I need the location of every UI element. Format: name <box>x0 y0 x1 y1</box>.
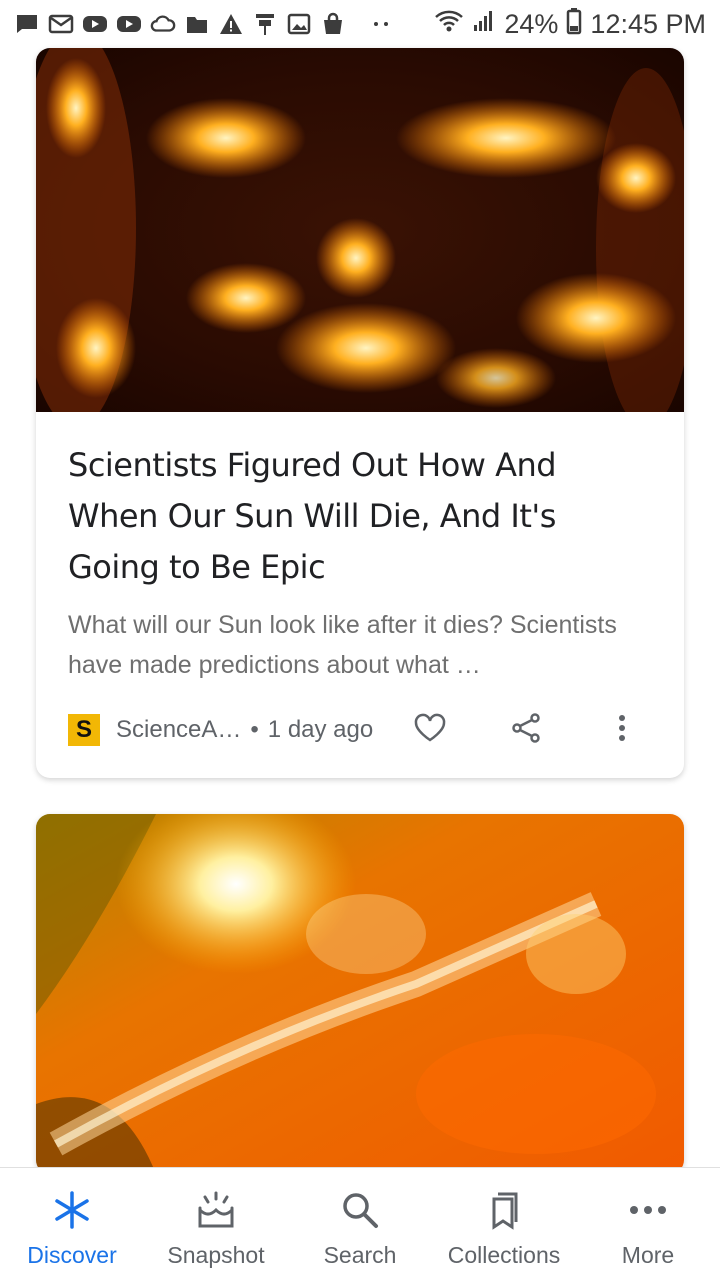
pin-icon <box>252 11 278 37</box>
battery-percent: 24% <box>504 8 559 39</box>
status-bar: 24% 12:45 PM <box>0 0 720 48</box>
clock: 12:45 PM <box>590 8 706 39</box>
notification-icons <box>14 11 394 37</box>
nav-search[interactable]: Search <box>290 1168 430 1269</box>
bottom-navigation: Discover Snapshot Search Collections Mor… <box>0 1167 720 1280</box>
publisher-logo: S <box>68 714 100 746</box>
publish-time: 1 day ago <box>267 716 374 743</box>
search-icon <box>338 1188 382 1232</box>
image-icon <box>286 11 312 37</box>
email-icon <box>48 11 74 37</box>
nav-more[interactable]: More <box>578 1168 718 1269</box>
nav-label: Collections <box>447 1242 561 1268</box>
system-status: 24% 12:45 PM <box>434 7 706 42</box>
signal-icon <box>472 9 496 40</box>
google-discover-screen: 24% 12:45 PM Scientists Figured Out How … <box>0 0 720 1280</box>
youtube-icon <box>116 11 142 37</box>
nav-label: Discover <box>27 1242 117 1268</box>
youtube-icon <box>82 11 108 37</box>
nav-label: More <box>621 1242 675 1268</box>
folder-icon <box>184 11 210 37</box>
sun-corona-image[interactable] <box>36 48 684 428</box>
cloud-icon <box>150 11 176 37</box>
snapshot-icon <box>194 1188 238 1232</box>
nav-snapshot[interactable]: Snapshot <box>146 1168 286 1269</box>
warning-icon <box>218 11 244 37</box>
article-card[interactable] <box>36 814 684 1174</box>
more-vert-icon <box>618 714 626 747</box>
share-icon <box>510 712 542 749</box>
asterisk-icon <box>50 1188 94 1232</box>
nav-discover[interactable]: Discover <box>2 1168 142 1269</box>
share-button[interactable] <box>496 708 556 752</box>
battery-icon <box>566 7 582 42</box>
article-card[interactable]: Scientists Figured Out How And When Our … <box>36 48 684 778</box>
publisher-name[interactable]: ScienceA… <box>116 716 241 744</box>
solar-flare-image[interactable] <box>36 814 684 1174</box>
more-icon <box>626 1188 670 1232</box>
nav-label: Search <box>323 1242 397 1268</box>
heart-icon <box>413 713 447 748</box>
nav-collections[interactable]: Collections <box>434 1168 574 1269</box>
more-options-button[interactable] <box>592 708 652 752</box>
article-actions <box>400 708 652 752</box>
wifi-icon <box>434 9 464 40</box>
nav-label: Snapshot <box>167 1242 265 1268</box>
bag-icon <box>320 11 346 37</box>
like-button[interactable] <box>400 708 460 752</box>
collections-icon <box>482 1188 526 1232</box>
article-snippet: What will our Sun look like after it die… <box>68 611 617 679</box>
article-meta: S ScienceA… • 1 day ago <box>68 708 652 752</box>
article-headline[interactable]: Scientists Figured Out How And When Our … <box>68 440 652 593</box>
meta-separator: • <box>250 716 259 743</box>
more-dots-icon <box>368 11 394 37</box>
message-icon <box>14 11 40 37</box>
